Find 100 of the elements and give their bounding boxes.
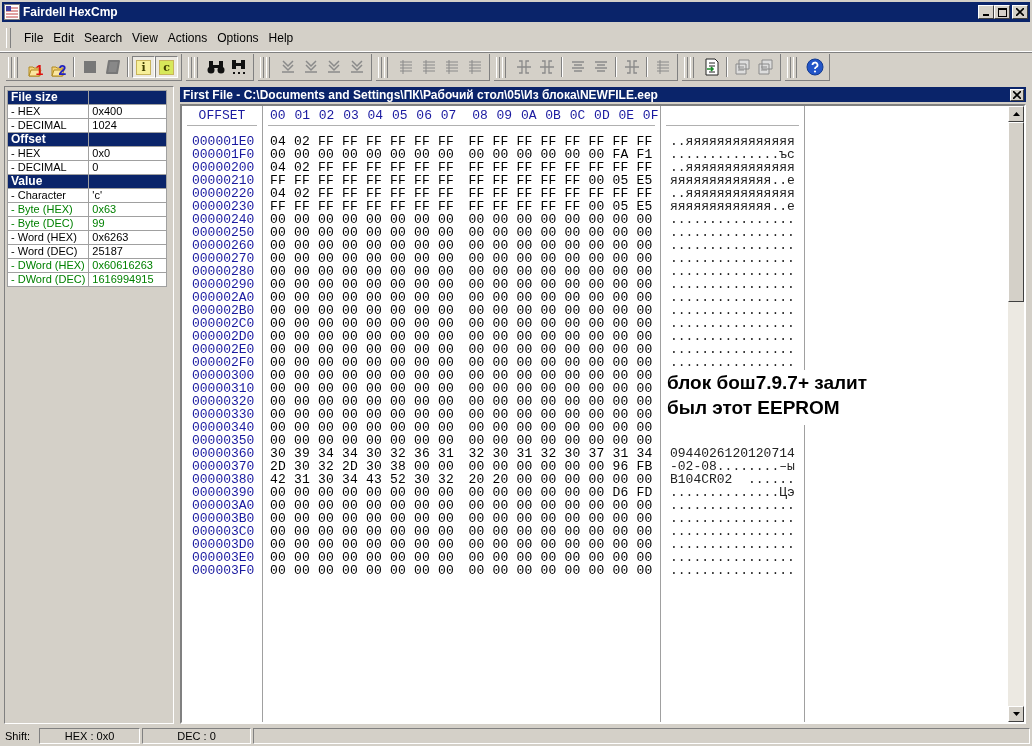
column-header: OFFSET (198, 109, 246, 125)
hex-bytes: 00 00 00 00 00 00 00 00 (270, 148, 456, 161)
offset-label: 000002F0 (191, 356, 256, 369)
property-value: 25187 (88, 244, 167, 259)
menu-item[interactable]: View (127, 29, 163, 47)
hex-bytes: 00 00 00 00 00 00 00 00 (468, 434, 654, 447)
column-header: 05 (391, 109, 409, 125)
ascii-text: ................ (669, 213, 796, 226)
offset-label: 00000360 (191, 447, 256, 460)
offset-label: 00000290 (191, 278, 256, 291)
column-header: 06 (416, 109, 433, 125)
up-arrow-icon (1012, 112, 1020, 116)
offset-label: 00000330 (191, 408, 256, 421)
hex-bytes: 00 00 00 00 00 00 00 00 (270, 317, 456, 330)
hex-bytes: 00 00 00 00 00 00 00 00 (270, 278, 456, 291)
property-value: 0x6263 (88, 230, 167, 245)
property-label: - DWord (DEC) (7, 272, 89, 287)
column-header: 09 (496, 109, 514, 125)
close-button[interactable] (1012, 5, 1028, 19)
status-hex: HEX : 0x0 (39, 728, 140, 744)
toggle-button[interactable]: c (155, 56, 178, 78)
hex-bytes: 00 00 00 00 00 00 00 00 (468, 395, 654, 408)
ascii-text: ................ (669, 252, 796, 265)
hex-bytes: 00 00 00 00 00 00 00 00 (270, 525, 456, 538)
ascii-text: ................ (669, 564, 796, 577)
down-arrow-icon (1012, 712, 1020, 716)
hex-bytes: FF FF FF FF FF FF FF FF (270, 200, 456, 213)
open-file-button[interactable]: 2 (47, 56, 70, 78)
hex-bytes: 00 00 00 00 00 00 00 00 (468, 421, 654, 434)
ascii-text: ................ (669, 551, 796, 564)
offset-label: 000003D0 (191, 538, 256, 551)
pages-icon (734, 59, 751, 75)
ascii-text: ................ (669, 525, 796, 538)
toggle-button[interactable]: i (132, 56, 155, 78)
arrows-icon (349, 59, 364, 75)
hex-bytes: 00 00 00 00 00 00 00 00 (270, 551, 456, 564)
hex-bytes: 00 00 00 00 00 00 00 00 (468, 408, 654, 421)
maximize-icon (997, 7, 1007, 17)
ascii-text: ................ (669, 512, 796, 525)
menu-item[interactable]: Edit (48, 29, 80, 47)
vertical-scrollbar[interactable] (1008, 106, 1024, 722)
binoculars-icon (229, 59, 248, 75)
ascii-text: ................ (669, 304, 796, 317)
property-value: 0x0 (88, 146, 167, 161)
hex-bytes: 00 00 00 00 00 00 D6 FD (468, 486, 654, 499)
property-value: 1616994915 (88, 272, 167, 287)
ascii-text: ................ (669, 330, 796, 343)
hex-bytes: 00 00 00 00 00 00 00 00 (468, 330, 654, 343)
hex-bytes: 00 00 00 00 00 00 00 00 (468, 226, 654, 239)
offset-label: 000002E0 (191, 343, 256, 356)
hex-bytes: 00 00 00 00 00 00 00 00 (270, 252, 456, 265)
hex-bytes: FF FF FF FF FF FF FF FF (468, 187, 654, 200)
close-button[interactable] (1010, 88, 1024, 101)
menu-item[interactable]: Search (79, 29, 128, 47)
offset-label: 00000220 (191, 187, 256, 200)
offset-label: 00000310 (191, 382, 256, 395)
offset-label: 000002B0 (191, 304, 256, 317)
hex-bytes: 00 00 00 00 00 00 96 FB (468, 460, 654, 473)
menu-item[interactable]: Actions (162, 29, 213, 47)
section-header: File size (7, 90, 89, 105)
lines-icon (421, 59, 436, 75)
lines-icon (444, 59, 459, 75)
menu-item[interactable]: File (19, 29, 49, 47)
ascii-text: B104CR02 ...... (669, 473, 796, 486)
hex-bytes: 00 00 00 00 00 00 00 00 (270, 421, 456, 434)
help-button[interactable] (803, 56, 826, 78)
hex-bytes: 00 00 00 00 00 00 00 00 (468, 382, 654, 395)
hex-bytes: 00 00 00 00 00 00 00 00 (468, 317, 654, 330)
property-value: 1024 (88, 118, 167, 133)
property-value: 'c' (88, 188, 167, 203)
hex-bytes: 42 31 30 34 43 52 30 32 (270, 473, 456, 486)
ascii-text: ................ (669, 239, 796, 252)
ascii-text: ..яяяяяяяяяяяяяя (669, 135, 796, 148)
menu-item[interactable]: Help (263, 29, 299, 47)
scrollbar-thumb[interactable] (1008, 122, 1024, 302)
folder-icon (50, 63, 65, 77)
menu-item[interactable]: Options (212, 29, 264, 47)
hex-bytes: 04 02 FF FF FF FF FF FF (270, 135, 456, 148)
property-label: - Word (HEX) (7, 230, 89, 245)
offset-label: 00000260 (191, 239, 256, 252)
offset-label: 00000280 (191, 265, 256, 278)
shape-icon (104, 60, 121, 74)
property-label: - HEX (7, 146, 89, 161)
hex-bytes: 00 00 00 00 00 00 00 00 (468, 343, 654, 356)
offset-label: 000002C0 (191, 317, 256, 330)
hex-bytes: 00 00 00 00 00 00 00 00 (270, 538, 456, 551)
hex-bytes: 00 00 00 00 00 00 00 00 (270, 382, 456, 395)
ascii-text: ................ (669, 343, 796, 356)
hex-bytes: 00 00 00 00 00 00 00 00 (468, 304, 654, 317)
document-title: First File - C:\Documents and Settings\ПК\Рабочий стол\05\Из блока\NEWFILE.eep (183, 87, 659, 102)
status-label: Shift: (4, 729, 32, 744)
hex-bytes: 00 00 00 00 00 00 00 00 (270, 330, 456, 343)
hex-bytes: 04 02 FF FF FF FF FF FF (270, 187, 456, 200)
hex-bytes: FF FF FF FF FF 00 05 E5 (468, 174, 654, 187)
hex-bytes: FF FF FF FF FF FF FF FF (270, 174, 456, 187)
hex-bytes: 32 30 31 32 30 37 31 34 (468, 447, 654, 460)
property-value: 0 (88, 160, 167, 175)
minimize-button[interactable] (978, 5, 994, 19)
hex-bytes: 00 00 00 00 00 00 00 00 (270, 265, 456, 278)
ascii-text: ..яяяяяяяяяяяяяя (669, 187, 796, 200)
